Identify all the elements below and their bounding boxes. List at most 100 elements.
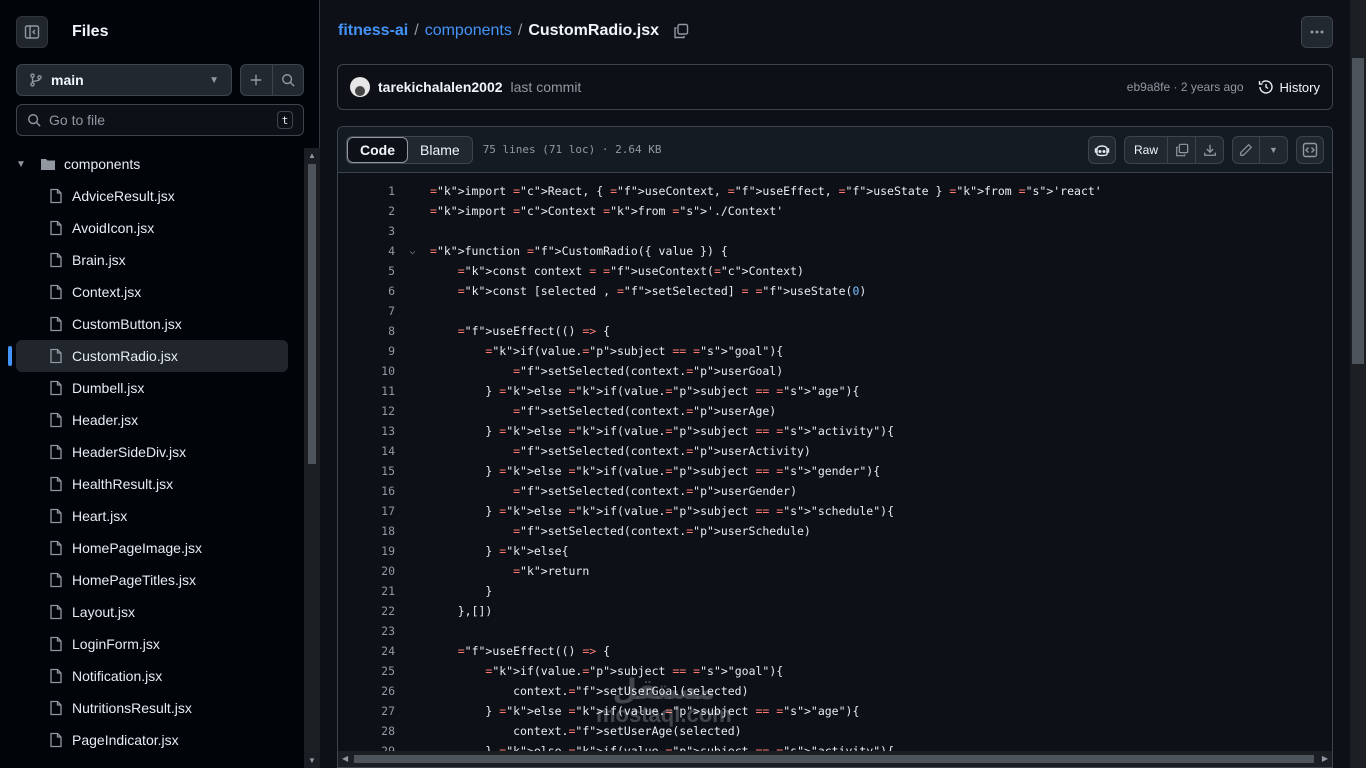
line-number[interactable]: 1 bbox=[338, 184, 395, 198]
line-number[interactable]: 6 bbox=[338, 284, 395, 298]
history-button[interactable]: History bbox=[1258, 79, 1320, 95]
tree-file-item[interactable]: Context.jsx bbox=[16, 276, 288, 308]
commit-message[interactable]: last commit bbox=[511, 79, 582, 95]
line-number[interactable]: 20 bbox=[338, 564, 395, 578]
code-text: ="f">setSelected(context.="p">userSchedu… bbox=[513, 524, 811, 538]
line-number[interactable]: 24 bbox=[338, 644, 395, 658]
tree-file-item[interactable]: Notification.jsx bbox=[16, 660, 288, 692]
commit-author[interactable]: tarekichalalen2002 bbox=[378, 79, 503, 95]
file-toolbar: Raw ▼ bbox=[1080, 135, 1324, 164]
code-scroll-thumb[interactable] bbox=[354, 755, 1314, 763]
code-line: 10 ="f">setSelected(context.="p">userGoa… bbox=[338, 361, 1332, 381]
line-number[interactable]: 16 bbox=[338, 484, 395, 498]
line-number[interactable]: 15 bbox=[338, 464, 395, 478]
tree-folder-components[interactable]: ▼ components bbox=[0, 148, 304, 180]
sidebar-scroll-thumb[interactable] bbox=[308, 164, 316, 464]
line-number[interactable]: 26 bbox=[338, 684, 395, 698]
line-number[interactable]: 25 bbox=[338, 664, 395, 678]
raw-button[interactable]: Raw bbox=[1123, 135, 1168, 164]
search-code-button[interactable] bbox=[273, 65, 304, 95]
file-icon bbox=[50, 284, 62, 300]
tree-file-item[interactable]: Header.jsx bbox=[16, 404, 288, 436]
sidebar-scrollbar[interactable]: ▲ ▼ bbox=[304, 148, 320, 768]
line-number[interactable]: 3 bbox=[338, 224, 395, 238]
tree-file-item[interactable]: Dumbell.jsx bbox=[16, 372, 288, 404]
code-text: } bbox=[430, 584, 493, 598]
line-number[interactable]: 28 bbox=[338, 724, 395, 738]
copy-path-button[interactable] bbox=[673, 23, 689, 39]
line-number[interactable]: 19 bbox=[338, 544, 395, 558]
collapse-sidebar-button[interactable] bbox=[16, 16, 48, 48]
add-file-button[interactable] bbox=[241, 65, 273, 95]
symbols-panel-button[interactable] bbox=[1296, 135, 1324, 164]
edit-file-button[interactable] bbox=[1232, 135, 1260, 164]
line-number[interactable]: 7 bbox=[338, 304, 395, 318]
line-number[interactable]: 4 bbox=[338, 244, 395, 258]
latest-commit-bar: tarekichalalen2002 last commit eb9a8fe ·… bbox=[337, 64, 1333, 110]
line-number[interactable]: 10 bbox=[338, 364, 395, 378]
copilot-button[interactable] bbox=[1087, 135, 1116, 164]
copy-icon bbox=[674, 23, 689, 39]
code-viewer[interactable]: 1 ="k">import ="c">React, { ="f">useConte… bbox=[338, 173, 1332, 753]
tree-file-name: Header.jsx bbox=[72, 412, 139, 428]
line-number[interactable]: 13 bbox=[338, 424, 395, 438]
page-scroll-thumb[interactable] bbox=[1352, 58, 1364, 364]
line-number[interactable]: 17 bbox=[338, 504, 395, 518]
go-to-file-placeholder: Go to file bbox=[49, 112, 106, 128]
kebab-horizontal-icon bbox=[1310, 30, 1324, 34]
tree-file-item[interactable]: NutritionsResult.jsx bbox=[16, 692, 288, 724]
avatar[interactable] bbox=[350, 77, 370, 97]
more-options-button[interactable] bbox=[1301, 16, 1333, 48]
breadcrumb-folder-link[interactable]: components bbox=[425, 22, 512, 40]
tree-file-name: Context.jsx bbox=[72, 284, 142, 300]
line-number[interactable]: 12 bbox=[338, 404, 395, 418]
edit-options-dropdown[interactable]: ▼ bbox=[1260, 135, 1288, 164]
tree-file-item[interactable]: HeaderSideDiv.jsx bbox=[16, 436, 288, 468]
scroll-right-icon[interactable]: ▶ bbox=[1322, 754, 1328, 763]
tree-file-item[interactable]: HomePageImage.jsx bbox=[16, 532, 288, 564]
tree-file-item[interactable]: Layout.jsx bbox=[16, 596, 288, 628]
breadcrumb-separator: / bbox=[414, 22, 419, 39]
fold-chevron-icon[interactable]: ⌵ bbox=[395, 246, 430, 257]
sidebar-header: Files bbox=[16, 16, 108, 48]
scroll-up-icon[interactable]: ▲ bbox=[308, 151, 316, 160]
code-text: ="k">import ="c">Context ="k">from ="s">… bbox=[430, 204, 784, 218]
line-number[interactable]: 8 bbox=[338, 324, 395, 338]
code-text: ="k">return bbox=[513, 564, 590, 578]
tree-file-item[interactable]: AdviceResult.jsx bbox=[16, 180, 288, 212]
tree-file-item[interactable]: Heart.jsx bbox=[16, 500, 288, 532]
line-number[interactable]: 23 bbox=[338, 624, 395, 638]
copy-raw-button[interactable] bbox=[1168, 135, 1196, 164]
tab-blame[interactable]: Blame bbox=[408, 137, 472, 163]
code-line: 28 context.="f">setUserAge(selected) bbox=[338, 721, 1332, 741]
scroll-down-icon[interactable]: ▼ bbox=[308, 756, 316, 765]
code-horizontal-scrollbar[interactable]: ◀ ▶ bbox=[338, 751, 1332, 767]
tree-file-item[interactable]: HomePageTitles.jsx bbox=[16, 564, 288, 596]
commit-meta[interactable]: eb9a8fe · 2 years ago bbox=[1127, 80, 1244, 94]
line-number[interactable]: 27 bbox=[338, 704, 395, 718]
line-number[interactable]: 9 bbox=[338, 344, 395, 358]
tree-file-item[interactable]: HealthResult.jsx bbox=[16, 468, 288, 500]
tree-file-item[interactable]: Brain.jsx bbox=[16, 244, 288, 276]
line-number[interactable]: 22 bbox=[338, 604, 395, 618]
code-line: 22 },[]) bbox=[338, 601, 1332, 621]
line-number[interactable]: 11 bbox=[338, 384, 395, 398]
line-number[interactable]: 21 bbox=[338, 584, 395, 598]
tree-file-item[interactable]: CustomRadio.jsx bbox=[8, 340, 288, 372]
line-number[interactable]: 14 bbox=[338, 444, 395, 458]
tree-file-item[interactable]: CustomButton.jsx bbox=[16, 308, 288, 340]
tree-file-item[interactable]: PageIndicator.jsx bbox=[16, 724, 288, 756]
breadcrumb-repo-link[interactable]: fitness-ai bbox=[338, 22, 408, 40]
scroll-left-icon[interactable]: ◀ bbox=[342, 754, 348, 763]
go-to-file-input[interactable]: Go to file t bbox=[16, 104, 304, 136]
tree-file-item[interactable]: LoginForm.jsx bbox=[16, 628, 288, 660]
line-number[interactable]: 2 bbox=[338, 204, 395, 218]
line-number[interactable]: 18 bbox=[338, 524, 395, 538]
line-number[interactable]: 5 bbox=[338, 264, 395, 278]
branch-selector[interactable]: main ▼ bbox=[16, 64, 232, 96]
download-button[interactable] bbox=[1196, 135, 1224, 164]
code-line: 9 ="k">if(value.="p">subject == ="s">"go… bbox=[338, 341, 1332, 361]
page-scrollbar[interactable] bbox=[1350, 0, 1366, 768]
tab-code[interactable]: Code bbox=[347, 136, 408, 163]
tree-file-item[interactable]: AvoidIcon.jsx bbox=[16, 212, 288, 244]
